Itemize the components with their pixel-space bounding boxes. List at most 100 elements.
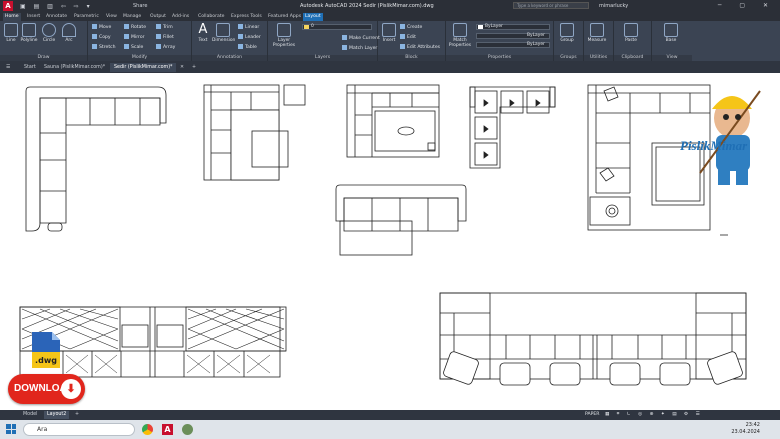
layer-dropdown[interactable]: 0	[302, 24, 372, 30]
text-button[interactable]: A Text	[192, 23, 214, 44]
scale-button[interactable]: Scale	[124, 44, 143, 50]
tab-annotate[interactable]: Annotate	[44, 13, 69, 21]
insert-button[interactable]: Insert	[378, 23, 400, 43]
arc-button[interactable]: Arc	[58, 23, 80, 43]
copy-button[interactable]: Copy	[92, 34, 111, 40]
tab-insert[interactable]: Insert	[25, 13, 42, 21]
user-account[interactable]: mimarlucky	[599, 3, 628, 9]
tab-express-tools[interactable]: Express Tools	[229, 13, 264, 21]
tab-manage[interactable]: Manage	[121, 13, 143, 21]
edit-button[interactable]: Edit	[400, 34, 416, 40]
tab-model[interactable]: Model	[20, 411, 40, 419]
taskbar-search-input[interactable]: Ara	[23, 423, 135, 436]
tab-sauna-drawing[interactable]: Sauna (PislikMimar.com)*	[40, 63, 109, 72]
tab-sedir-drawing[interactable]: Sedir (PislikMimar.com)*	[110, 63, 177, 72]
app-taskbar-icon[interactable]	[182, 424, 193, 435]
tab-parametric[interactable]: Parametric	[72, 13, 101, 21]
create-button[interactable]: Create	[400, 24, 422, 30]
title-bar: A ▣ ▤ ▥ ⇦ ⇨ ▾ Share Autodesk AutoCAD 202…	[0, 0, 780, 12]
autocad-logo[interactable]: A	[3, 1, 13, 11]
autocad-taskbar-icon[interactable]: A	[162, 424, 173, 435]
clipboard-panel: Paste Clipboard	[614, 21, 652, 61]
block-panel: Insert Create Edit Edit Attributes Block	[378, 21, 446, 61]
l-sofa-with-table-drawing	[203, 84, 306, 181]
windows-start-icon[interactable]	[6, 424, 16, 434]
make-current-button[interactable]: Make Current	[342, 35, 380, 41]
base-button[interactable]: Base	[660, 23, 682, 43]
tab-start[interactable]: Start	[20, 63, 40, 72]
leader-button[interactable]: Leader	[238, 34, 261, 40]
close-tab-icon[interactable]: ✕	[176, 63, 188, 72]
group-button[interactable]: Group	[556, 23, 578, 43]
dimension-button[interactable]: Dimension	[212, 23, 235, 43]
download-button[interactable]: DOWNLOAD ⬇	[8, 374, 85, 404]
brand-watermark: PislikMimar	[680, 138, 748, 153]
share-button[interactable]: Share	[133, 3, 147, 9]
linetype-dropdown[interactable]: ByLayer	[476, 33, 550, 39]
insert-label: Insert	[382, 38, 396, 43]
make-current-label: Make Current	[349, 36, 380, 41]
match-layer-icon	[342, 45, 347, 50]
window-controls[interactable]: ─ ▢ ✕	[718, 2, 776, 9]
table-icon	[238, 44, 243, 49]
corner-sofa-rug-drawing	[587, 84, 728, 236]
dwg-file-icon: .dwg	[32, 332, 60, 368]
new-tab-icon[interactable]: +	[188, 63, 200, 72]
tab-layout2[interactable]: Layout2	[44, 411, 70, 419]
trim-label: Trim	[163, 25, 173, 30]
edit-attributes-icon	[400, 44, 405, 49]
mirror-button[interactable]: Mirror	[124, 34, 145, 40]
menu-icon[interactable]: ☰	[2, 63, 14, 72]
linear-button[interactable]: Linear	[238, 24, 259, 30]
linear-icon	[238, 24, 243, 29]
tab-featured-apps[interactable]: Featured Apps	[266, 13, 303, 21]
layer-properties-button[interactable]: Layer Properties	[270, 23, 298, 48]
trim-button[interactable]: Trim	[156, 24, 173, 30]
array-button[interactable]: Array	[156, 44, 175, 50]
rotate-button[interactable]: Rotate	[124, 24, 146, 30]
match-properties-button[interactable]: Match Properties	[448, 23, 472, 48]
measure-button[interactable]: Measure	[586, 23, 608, 43]
fillet-label: Fillet	[163, 35, 174, 40]
circle-button[interactable]: Circle	[38, 23, 60, 43]
copy-label: Copy	[99, 35, 111, 40]
tab-add-ins[interactable]: Add-ins	[170, 13, 191, 21]
arc-icon	[62, 23, 76, 37]
mirror-label: Mirror	[131, 35, 145, 40]
array-icon	[156, 44, 161, 49]
paste-icon	[624, 23, 638, 37]
add-layout-icon[interactable]: +	[72, 411, 82, 419]
move-label: Move	[99, 25, 112, 30]
create-label: Create	[407, 25, 423, 30]
tab-layout[interactable]: Layout	[303, 13, 323, 21]
paper-mode-toggle[interactable]: PAPER	[585, 412, 599, 417]
line-label: Line	[6, 38, 16, 43]
tab-output[interactable]: Output	[148, 13, 168, 21]
paste-label: Paste	[625, 38, 637, 43]
layers-panel: Layer Properties 0 Make Current Match La…	[268, 21, 380, 61]
lineweight-dropdown[interactable]: ByLayer	[476, 42, 550, 48]
tab-collaborate[interactable]: Collaborate	[196, 13, 226, 21]
fillet-button[interactable]: Fillet	[156, 34, 174, 40]
status-icons[interactable]: ▦ ⌗ ∟ ◎ ⊕ ✦ ▤ ⚙ ☰	[605, 412, 703, 417]
tab-view[interactable]: View	[104, 13, 119, 21]
tab-home[interactable]: Home	[3, 13, 21, 21]
stretch-icon	[92, 44, 97, 49]
edit-attributes-button[interactable]: Edit Attributes	[400, 44, 440, 50]
taskbar-clock[interactable]: 23:42 23.04.2024	[731, 422, 760, 436]
table-button[interactable]: Table	[238, 44, 257, 50]
drawing-canvas[interactable]	[0, 73, 780, 410]
polyline-button[interactable]: Polyline	[18, 23, 40, 43]
color-dropdown[interactable]: ByLayer	[476, 24, 550, 30]
table-label: Table	[245, 45, 257, 50]
stretch-button[interactable]: Stretch	[92, 44, 116, 50]
l-sofa-drawing	[25, 86, 167, 232]
modular-sofa-drawing	[469, 86, 556, 169]
paste-button[interactable]: Paste	[620, 23, 642, 43]
search-input[interactable]: Type a keyword or phrase	[513, 2, 589, 9]
chrome-icon[interactable]	[142, 424, 153, 435]
move-button[interactable]: Move	[92, 24, 111, 30]
edit-attributes-label: Edit Attributes	[407, 45, 441, 50]
quick-access-toolbar[interactable]: ▣ ▤ ▥ ⇦ ⇨ ▾	[20, 3, 93, 10]
match-layer-button[interactable]: Match Layer	[342, 45, 377, 51]
